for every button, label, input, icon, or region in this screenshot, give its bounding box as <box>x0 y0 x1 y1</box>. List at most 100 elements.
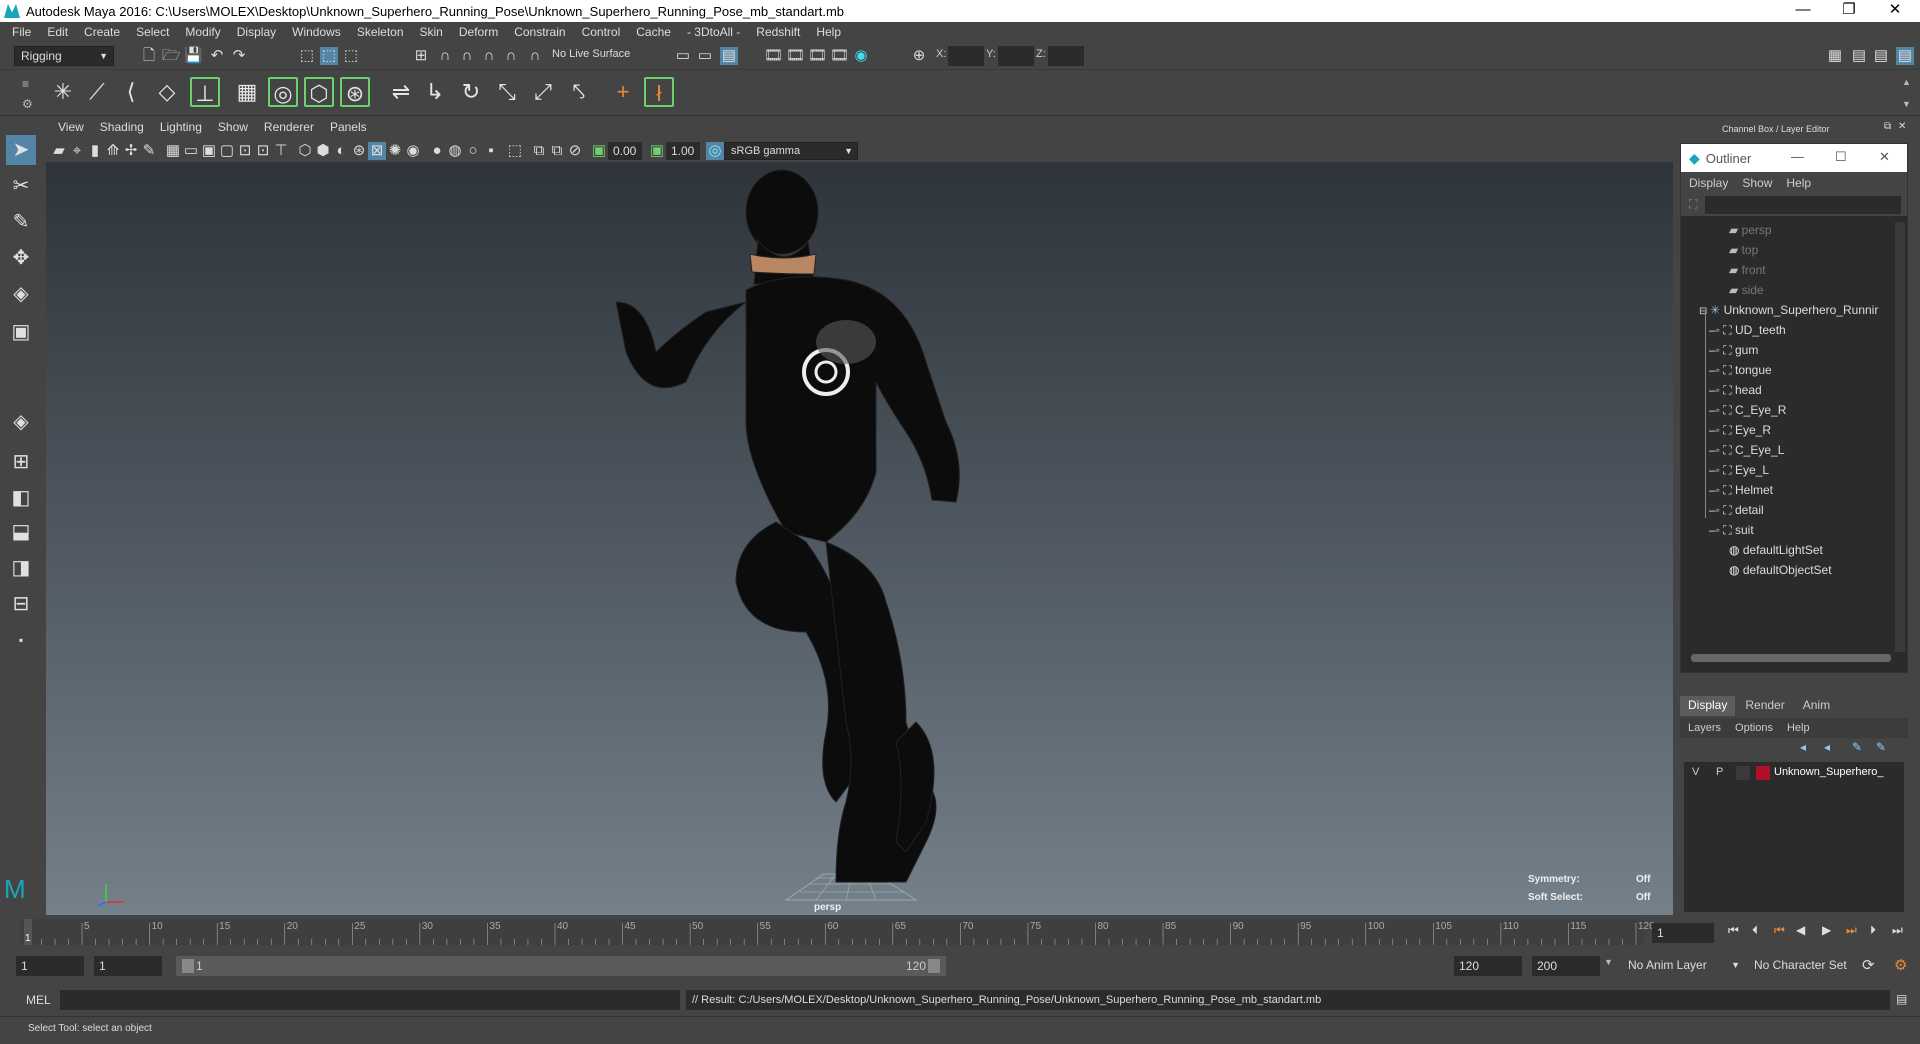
four-view-layout-icon[interactable]: ⊞ <box>6 447 36 477</box>
shelf-menu-icon[interactable]: ≡ <box>22 77 29 91</box>
outliner-item-eye-l[interactable]: –◦ ⛶ Eye_L <box>1709 460 1769 480</box>
menu-deform[interactable]: Deform <box>451 25 506 39</box>
shelf-scroll-down-icon[interactable]: ▼ <box>1902 99 1911 109</box>
grease-pencil-icon[interactable]: ✎ <box>140 142 158 160</box>
live-surface-field[interactable]: No Live Surface <box>552 48 630 60</box>
camera-select-icon[interactable]: ▰ <box>50 142 68 160</box>
command-language[interactable]: MEL <box>26 993 51 1007</box>
construction-history-icon[interactable]: ▤ <box>720 47 738 65</box>
menu-skeleton[interactable]: Skeleton <box>349 25 412 39</box>
tab-anim[interactable]: Anim <box>1795 696 1838 716</box>
y-field[interactable] <box>998 46 1034 66</box>
outliner-menu-help[interactable]: Help <box>1778 176 1819 190</box>
range-bar[interactable]: 1 120 <box>176 956 946 976</box>
backface-icon[interactable]: ⊘ <box>566 142 584 160</box>
panel-menu-lighting[interactable]: Lighting <box>152 120 210 140</box>
snap-point-icon[interactable]: ∩ <box>458 47 476 65</box>
snap-grid-icon[interactable]: ⊞ <box>412 47 430 65</box>
isolate-select-icon[interactable]: ⬚ <box>506 142 524 160</box>
snap-surface-icon[interactable]: ∩ <box>502 47 520 65</box>
panel-menu-show[interactable]: Show <box>210 120 256 140</box>
menuset-dropdown[interactable]: Rigging ▼ <box>14 46 114 66</box>
outliner-item-c-eye-r[interactable]: –◦ ⛶ C_Eye_R <box>1709 400 1786 420</box>
blendshape-icon[interactable]: ⊛ <box>340 77 370 107</box>
outliner-item-head[interactable]: –◦ ⛶ head <box>1709 380 1762 400</box>
motion-blur-icon[interactable]: ● <box>428 142 446 160</box>
joint-tool-icon[interactable]: ✳ <box>48 77 78 107</box>
point-on-poly-icon[interactable]: ł <box>644 77 674 107</box>
playback-start-field[interactable]: 1 <box>94 956 162 976</box>
grid-icon[interactable]: ▦ <box>164 142 182 160</box>
go-to-end-icon[interactable]: ⏭ <box>1892 923 1903 938</box>
textured-icon[interactable]: ⊛ <box>350 142 368 160</box>
insert-joint-icon[interactable]: ◇ <box>152 77 182 107</box>
current-time-field[interactable]: 1 <box>1652 923 1714 943</box>
output-ops-icon[interactable]: ▭ <box>696 47 714 65</box>
layer-menu-options[interactable]: Options <box>1729 722 1779 734</box>
tab-display[interactable]: Display <box>1680 696 1736 716</box>
two-d-pan-icon[interactable]: ✢ <box>122 142 140 160</box>
locator-icon[interactable]: ⇌ <box>386 77 416 107</box>
attribute-editor-icon[interactable]: ▤ <box>1850 47 1868 65</box>
anim-layer-dropdown[interactable]: No Anim Layer ▼ <box>1622 956 1740 976</box>
end-time-field[interactable]: 200 <box>1532 956 1600 976</box>
transform-mode-icon[interactable]: ⊕ <box>910 47 928 65</box>
hypershade-layout-icon[interactable]: ◨ <box>6 553 36 583</box>
outliner-item-suit[interactable]: –◦ ⛶ suit <box>1709 520 1754 540</box>
bookmark-icon[interactable]: ▮ <box>86 142 104 160</box>
single-perspective-layout-icon[interactable]: ◈ <box>6 407 36 437</box>
maximize-icon[interactable]: ☐ <box>1835 149 1847 165</box>
outliner-item-default-object-set[interactable]: ◍ defaultObjectSet <box>1729 560 1832 580</box>
redo-icon[interactable]: ↷ <box>230 47 248 65</box>
menu-display[interactable]: Display <box>229 25 284 39</box>
move-layer-up-icon[interactable]: ◂ <box>1800 740 1806 754</box>
layer-playback-toggle[interactable]: P <box>1716 766 1723 778</box>
chevron-down-icon[interactable]: ▼ <box>1604 957 1613 967</box>
outliner-item-side[interactable]: ▰ side <box>1729 280 1764 300</box>
new-layer-icon[interactable]: ✎ <box>1852 740 1862 754</box>
ik-spline-icon[interactable]: ⟨ <box>116 77 146 107</box>
outliner-item-detail[interactable]: –◦ ⛶ detail <box>1709 500 1764 520</box>
render-view-icon[interactable]: ◉ <box>852 47 870 65</box>
render-settings-icon[interactable]: 🎞 <box>808 47 827 65</box>
step-back-frame-icon[interactable]: ⏴ <box>1752 923 1758 938</box>
uv-layout-icon[interactable]: ⊟ <box>6 589 36 619</box>
maximize-icon[interactable]: ❐ <box>1826 0 1872 22</box>
range-start-handle[interactable] <box>182 959 194 973</box>
outliner-item-tongue[interactable]: –◦ ⛶ tongue <box>1709 360 1772 380</box>
panel-menu-view[interactable]: View <box>50 120 92 140</box>
tab-render[interactable]: Render <box>1735 696 1794 716</box>
outliner-item-gum[interactable]: –◦ ⛶ gum <box>1709 340 1758 360</box>
menu-windows[interactable]: Windows <box>284 25 349 39</box>
range-end-handle[interactable] <box>928 959 940 973</box>
use-all-lights-icon[interactable]: ⊠ <box>368 142 386 160</box>
multisample-icon[interactable]: ◍ <box>446 142 464 160</box>
outliner-item-helmet[interactable]: –◦ ⛶ Helmet <box>1709 480 1773 500</box>
menu-file[interactable]: File <box>4 25 39 39</box>
snap-vertex-icon[interactable]: ∩ <box>526 47 544 65</box>
new-layer-selected-icon[interactable]: ✎ <box>1876 740 1886 754</box>
select-object-icon[interactable]: ⬚ <box>320 47 338 65</box>
shelf-scroll-up-icon[interactable]: ▲ <box>1902 77 1911 87</box>
gamma-field[interactable]: 1.00 <box>666 142 700 160</box>
outliner-menu-display[interactable]: Display <box>1681 176 1736 190</box>
outliner-menu-show[interactable]: Show <box>1736 176 1778 190</box>
safe-action-icon[interactable]: ⊡ <box>254 142 272 160</box>
x-field[interactable] <box>948 46 984 66</box>
snap-view-icon[interactable]: ∩ <box>480 47 498 65</box>
select-tool-icon[interactable]: ➤ <box>6 135 36 165</box>
wrap-icon[interactable]: ⬡ <box>304 77 334 107</box>
orient-constraint-icon[interactable]: ↻ <box>456 77 486 107</box>
lasso-tool-icon[interactable]: ✂ <box>6 171 36 201</box>
menu-edit[interactable]: Edit <box>39 25 76 39</box>
menu-3dtoall[interactable]: - 3DtoAll - <box>679 25 748 39</box>
play-forwards-icon[interactable]: ▶ <box>1822 923 1831 937</box>
menu-select[interactable]: Select <box>128 25 177 39</box>
xray-icon[interactable]: ▪ <box>482 142 500 160</box>
outliner-item-top[interactable]: ▰ top <box>1729 240 1758 260</box>
ik-handle-icon[interactable]: ⟋ <box>82 77 112 107</box>
cluster-icon[interactable]: ◎ <box>268 77 298 107</box>
pole-vector-icon[interactable]: ⤣ <box>564 77 594 107</box>
parent-constraint-icon[interactable]: ⤢ <box>528 77 558 107</box>
input-ops-icon[interactable]: ▭ <box>674 47 692 65</box>
